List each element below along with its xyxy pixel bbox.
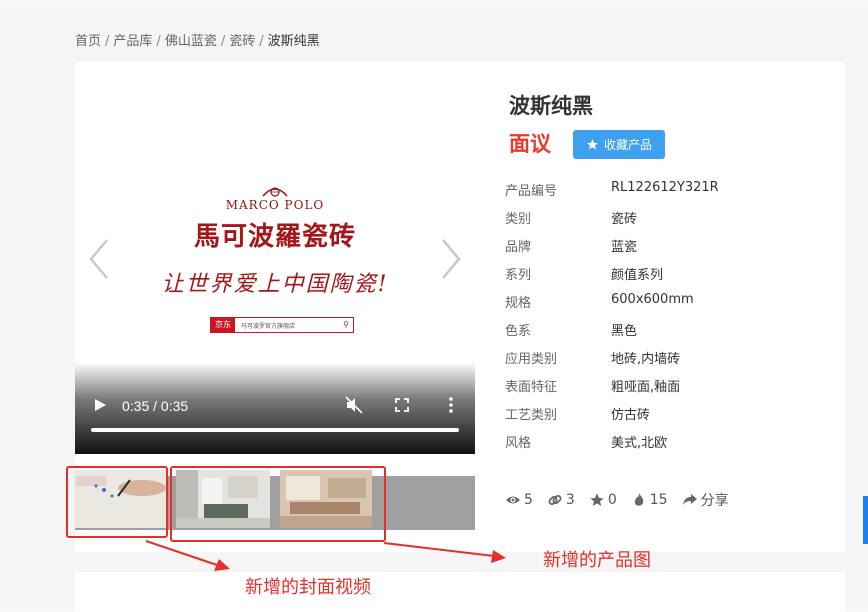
spec-value: 粗哑面,釉面 [611,380,681,395]
video-controls: 0:35 / 0:35 [75,392,475,432]
chevron-left-icon[interactable] [83,234,117,284]
more-options-icon[interactable] [444,395,458,415]
favorite-product-button[interactable]: 收藏产品 [573,130,665,159]
product-title: 波斯纯黑 [509,94,593,118]
breadcrumb-home[interactable]: 首页 [75,34,101,49]
breadcrumb: 首页 / 产品库 / 佛山蓝瓷 / 瓷砖 / 波斯纯黑 [75,30,320,49]
search-icon: ⚲ [343,320,349,329]
share-label: 分享 [700,493,729,509]
lower-section-card [75,572,845,612]
breadcrumb-brand[interactable]: 佛山蓝瓷 [165,34,217,49]
fullscreen-icon[interactable] [395,398,409,412]
product-images-highlight [170,466,386,542]
chevron-right-icon[interactable] [433,234,467,284]
video-time: 0:35 / 0:35 [122,398,189,414]
star-icon [590,493,604,506]
spec-value: 地砖,内墙砖 [611,352,681,367]
stars-stat[interactable]: 0 [589,492,617,508]
breadcrumb-product-library[interactable]: 产品库 [113,34,152,49]
cover-video-annotation: 新增的封面视频 [245,577,371,598]
cover-video-highlight [66,466,168,538]
brand-name-cn: 馬可波羅瓷砖 [193,222,356,252]
breadcrumb-separator: / [156,34,161,49]
share-icon [682,494,697,505]
hot-stat: 15 [631,492,668,508]
video-progress-bar[interactable] [91,428,459,432]
views-count: 5 [524,492,533,508]
marco-polo-emblem-icon [262,187,288,197]
breadcrumb-separator: / [105,34,110,49]
spec-label: 品牌 [505,240,532,255]
breadcrumb-separator: / [220,34,226,49]
jd-store-bar: 京东 马可波罗官方旗舰店 ⚲ [210,317,354,333]
flame-icon [634,493,643,506]
stars-count: 0 [607,492,617,508]
spec-value: 瓷砖 [611,212,638,227]
side-float-tab[interactable] [863,496,868,544]
views-stat: 5 [505,492,533,508]
spec-label: 系列 [505,268,532,283]
star-icon [587,139,598,150]
links-count: 3 [565,492,575,508]
hot-count: 15 [649,492,668,508]
spec-value: RL122612Y321R [611,180,719,195]
spec-label: 表面特征 [505,380,558,395]
mute-icon[interactable] [345,396,363,414]
spec-label: 规格 [505,296,532,311]
breadcrumb-category[interactable]: 瓷砖 [229,34,255,49]
links-stat[interactable]: 3 [547,492,575,508]
spec-value: 颜值系列 [611,268,664,283]
spec-value: 黑色 [611,324,638,339]
spec-label: 产品编号 [505,184,558,199]
spec-label: 应用类别 [505,352,558,367]
brand-name-en: MARCO POLO [225,198,325,212]
brand-slogan: 让世界爱上中国陶瓷! [161,272,389,297]
spec-label: 类别 [505,212,532,227]
link-icon [548,495,562,505]
spec-label: 色系 [505,324,532,339]
spec-value: 仿古砖 [611,408,651,423]
product-images-annotation: 新增的产品图 [543,550,651,571]
spec-label: 风格 [505,436,532,451]
play-icon[interactable] [93,398,107,412]
cover-video-player[interactable]: MARCO POLO 馬可波羅瓷砖 让世界爱上中国陶瓷! 京东 马可波罗官方旗舰… [75,62,475,454]
product-price: 面议 [509,132,551,156]
product-stats: 5 3 0 15 分享 [505,490,729,510]
spec-value: 美式,北欧 [611,436,668,451]
spec-label: 工艺类别 [505,408,558,423]
breadcrumb-separator: / [259,34,264,49]
spec-value: 600x600mm [611,292,694,307]
jd-store-name: 马可波罗官方旗舰店 [241,322,296,330]
jd-logo: 京东 [211,318,235,332]
eye-icon [506,496,520,504]
spec-value: 蓝瓷 [611,240,638,255]
favorite-product-label: 收藏产品 [603,138,652,152]
breadcrumb-current: 波斯纯黑 [267,34,320,49]
share-button[interactable]: 分享 [682,490,729,510]
